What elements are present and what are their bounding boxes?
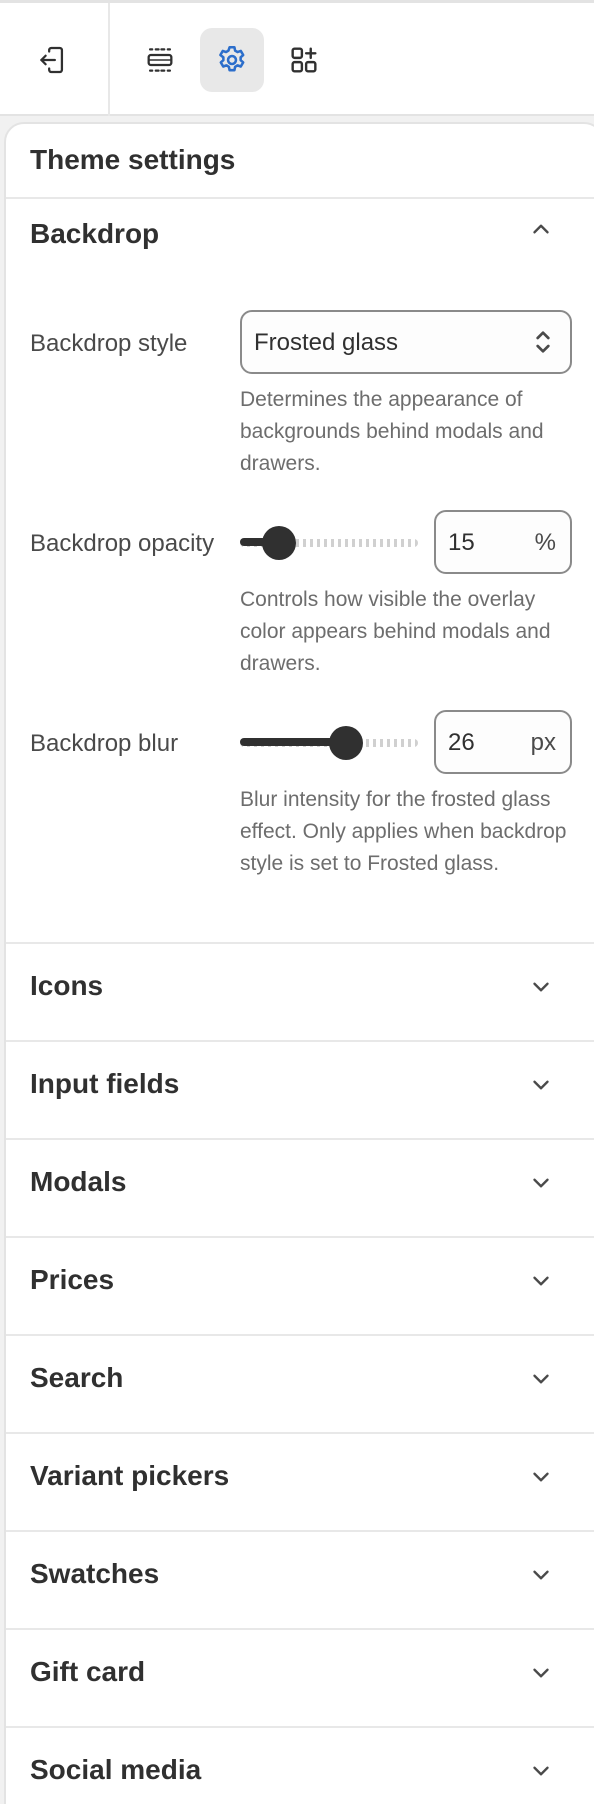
chevron-down-icon xyxy=(533,982,549,992)
apps-icon xyxy=(291,47,317,73)
chevron-down-icon xyxy=(533,1668,549,1678)
backdrop-opacity-label: Backdrop opacity xyxy=(30,530,215,557)
backdrop-blur-help: Blur intensity for the frosted glass eff… xyxy=(240,788,567,875)
section-label: Modals xyxy=(30,1166,127,1197)
section-label: Icons xyxy=(30,970,104,1001)
chevron-up-icon xyxy=(533,224,549,234)
section-label: Swatches xyxy=(30,1558,160,1589)
blur-value: 26 xyxy=(448,729,475,756)
exit-button[interactable] xyxy=(20,28,84,92)
section-label: Gift card xyxy=(30,1656,146,1687)
slider-thumb[interactable] xyxy=(261,526,296,560)
section-icons[interactable]: Icons xyxy=(6,944,594,1040)
backdrop-opacity-input[interactable]: 15 % xyxy=(434,510,572,574)
backdrop-style-value: Frosted glass xyxy=(254,329,399,356)
chevron-down-icon xyxy=(533,1766,549,1776)
backdrop-style-label: Backdrop style xyxy=(30,330,188,357)
sections-icon xyxy=(147,48,173,72)
section-label: Input fields xyxy=(30,1068,180,1099)
theme-settings-panel: Theme settings Backdrop Backdrop style F… xyxy=(4,122,594,1804)
chevron-down-icon xyxy=(533,1570,549,1580)
backdrop-blur-slider[interactable] xyxy=(240,722,418,762)
section-label: Search xyxy=(30,1362,124,1393)
section-label: Social media xyxy=(30,1754,202,1785)
section-search[interactable]: Search xyxy=(6,1336,594,1432)
backdrop-opacity-help: Controls how visible the overlay color a… xyxy=(240,588,551,675)
backdrop-style-select[interactable]: Frosted glass xyxy=(240,310,572,374)
section-input-fields[interactable]: Input fields xyxy=(6,1042,594,1138)
apps-button[interactable] xyxy=(272,28,336,92)
opacity-unit: % xyxy=(534,529,556,556)
section-label: Backdrop xyxy=(30,218,160,249)
section-variant-pickers[interactable]: Variant pickers xyxy=(6,1434,594,1530)
theme-settings-button[interactable] xyxy=(200,28,264,92)
backdrop-opacity-slider[interactable] xyxy=(240,522,418,562)
chevron-down-icon xyxy=(533,1178,549,1188)
blur-unit: px xyxy=(530,729,556,756)
backdrop-blur-input[interactable]: 26 px xyxy=(434,710,572,774)
section-modals[interactable]: Modals xyxy=(6,1140,594,1236)
toolbar-divider xyxy=(108,3,110,116)
exit-icon xyxy=(40,46,64,74)
backdrop-blur-label: Backdrop blur xyxy=(30,730,179,757)
top-toolbar xyxy=(0,0,594,116)
select-arrows-icon xyxy=(536,331,550,353)
section-gift-card[interactable]: Gift card xyxy=(6,1630,594,1726)
chevron-down-icon xyxy=(533,1374,549,1384)
chevron-down-icon xyxy=(533,1080,549,1090)
chevron-down-icon xyxy=(533,1472,549,1482)
slider-thumb[interactable] xyxy=(329,726,364,760)
section-social-media[interactable]: Social media xyxy=(6,1728,594,1804)
section-swatches[interactable]: Swatches xyxy=(6,1532,594,1628)
chevron-down-icon xyxy=(533,1276,549,1286)
section-backdrop-header[interactable]: Backdrop xyxy=(6,198,594,278)
panel-title: Theme settings xyxy=(30,144,236,175)
section-label: Variant pickers xyxy=(30,1460,230,1491)
opacity-value: 15 xyxy=(448,529,475,556)
gear-icon xyxy=(219,45,245,72)
sections-button[interactable] xyxy=(128,28,192,92)
backdrop-style-help: Determines the appearance of backgrounds… xyxy=(240,388,544,475)
section-prices[interactable]: Prices xyxy=(6,1238,594,1334)
section-label: Prices xyxy=(30,1264,115,1295)
